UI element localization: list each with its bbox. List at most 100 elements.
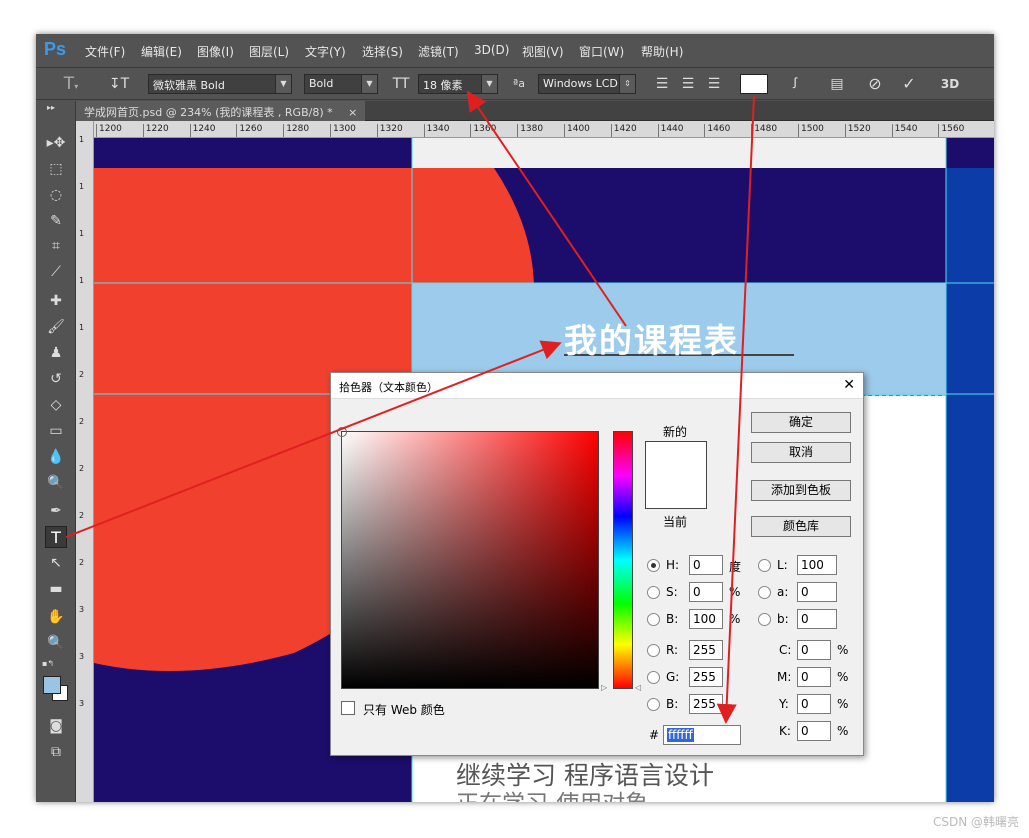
lab-b-field[interactable]: 0 — [797, 609, 837, 629]
brush-tool-icon[interactable]: 🖌 — [45, 316, 67, 338]
hue-radio[interactable] — [647, 559, 660, 572]
ruler-tick-label: 2 — [79, 511, 85, 520]
menu-file[interactable]: 文件(F) — [85, 43, 125, 60]
ruler-tick-label: 1500 — [798, 124, 824, 137]
hex-field[interactable]: ffffff — [663, 725, 741, 745]
canvas-heading-text[interactable]: 我的课程表 — [564, 314, 739, 362]
menu-layer[interactable]: 图层(L) — [249, 43, 289, 60]
document-tab[interactable]: 学成网首页.psd @ 234% (我的课程表 , RGB/8) * × — [76, 101, 366, 121]
saturation-field[interactable]: 0 — [689, 582, 723, 602]
photoshop-window: Ps 文件(F) 编辑(E) 图像(I) 图层(L) 文字(Y) 选择(S) 滤… — [36, 34, 994, 802]
blur-tool-icon[interactable]: 💧 — [45, 446, 67, 468]
ok-button[interactable]: 确定 — [751, 412, 851, 433]
warp-text-icon[interactable]: ꭍ — [784, 75, 806, 93]
marquee-tool-icon[interactable]: ⬚ — [45, 158, 67, 180]
green-radio[interactable] — [647, 671, 660, 684]
yellow-field[interactable]: 0 — [797, 694, 831, 714]
lab-a-label: a: — [777, 585, 789, 599]
lab-a-field[interactable]: 0 — [797, 582, 837, 602]
lab-b-radio[interactable] — [758, 613, 771, 626]
saturation-radio[interactable] — [647, 586, 660, 599]
red-field[interactable]: 255 — [689, 640, 723, 660]
dodge-tool-icon[interactable]: 🔍 — [45, 472, 67, 494]
saturation-brightness-field[interactable] — [337, 427, 599, 689]
magenta-field[interactable]: 0 — [797, 667, 831, 687]
current-color-swatch[interactable] — [645, 475, 707, 509]
panel-collapse-icon[interactable]: ▸▸ — [40, 101, 62, 115]
color-field-cursor[interactable] — [337, 427, 347, 437]
close-icon[interactable]: × — [348, 106, 357, 119]
lasso-tool-icon[interactable]: ◌ — [45, 184, 67, 206]
ruler-tick-label: 1400 — [564, 124, 590, 137]
hue-slider-right-arrow[interactable]: ◁ — [635, 683, 641, 692]
screen-mode-icon[interactable]: ⧉ — [45, 741, 67, 763]
type-tool-preset-icon[interactable]: T▾ — [60, 75, 82, 96]
stamp-tool-icon[interactable]: ♟ — [45, 342, 67, 364]
font-size-select[interactable]: 18 像素 ▼ — [418, 74, 498, 94]
type-tool-icon[interactable]: T — [45, 526, 67, 548]
font-family-select[interactable]: 微软雅黑 Bold ▼ — [148, 74, 292, 94]
green-field[interactable]: 255 — [689, 667, 723, 687]
move-tool-icon[interactable]: ▸✥ — [45, 132, 67, 154]
text-color-swatch[interactable] — [740, 74, 768, 94]
ruler-tick-label: 1 — [79, 276, 85, 285]
default-colors-icon[interactable]: ▪↰ — [42, 659, 54, 668]
menu-view[interactable]: 视图(V) — [522, 43, 564, 60]
gradient-tool-icon[interactable]: ▭ — [45, 420, 67, 442]
menu-filter[interactable]: 滤镜(T) — [418, 43, 459, 60]
path-select-tool-icon[interactable]: ↖ — [45, 552, 67, 574]
brightness-radio[interactable] — [647, 613, 660, 626]
add-to-swatches-button[interactable]: 添加到色板 — [751, 480, 851, 501]
foreground-color-swatch[interactable] — [43, 676, 61, 694]
eraser-tool-icon[interactable]: ◇ — [45, 394, 67, 416]
blue-radio[interactable] — [647, 698, 660, 711]
current-color-label: 当前 — [663, 515, 688, 529]
brightness-label: B: — [666, 612, 679, 626]
ruler-tick-label: 1480 — [751, 124, 777, 137]
3d-button[interactable]: 3D — [938, 75, 962, 93]
crop-tool-icon[interactable]: ⌗ — [45, 235, 67, 257]
character-panel-icon[interactable]: ▤ — [826, 75, 848, 93]
black-field[interactable]: 0 — [797, 721, 831, 741]
antialias-select[interactable]: Windows LCD ⇕ — [538, 74, 636, 94]
history-brush-tool-icon[interactable]: ↺ — [45, 368, 67, 390]
blue-field[interactable]: 255 — [689, 694, 723, 714]
quick-select-tool-icon[interactable]: ✎ — [45, 210, 67, 232]
pen-tool-icon[interactable]: ✒ — [45, 500, 67, 522]
menu-type[interactable]: 文字(Y) — [305, 43, 346, 60]
menu-help[interactable]: 帮助(H) — [641, 43, 683, 60]
menu-image[interactable]: 图像(I) — [197, 43, 234, 60]
close-icon[interactable]: ✕ — [843, 377, 855, 393]
antialias-value: Windows LCD — [543, 77, 618, 90]
color-libraries-button[interactable]: 颜色库 — [751, 516, 851, 537]
vertical-ruler: 1 1 1 1 1 2 2 2 2 2 3 3 3 — [76, 121, 94, 802]
align-center-icon[interactable]: ☰ — [678, 75, 698, 93]
lab-a-radio[interactable] — [758, 586, 771, 599]
lightness-field[interactable]: 100 — [797, 555, 837, 575]
quick-mask-icon[interactable]: ◙ — [45, 715, 67, 737]
commit-check-icon[interactable]: ✓ — [898, 75, 920, 93]
web-colors-checkbox[interactable] — [341, 701, 355, 715]
eyedropper-tool-icon[interactable]: ⟋ — [45, 261, 67, 283]
healing-brush-tool-icon[interactable]: ✚ — [45, 290, 67, 312]
cancel-button[interactable]: 取消 — [751, 442, 851, 463]
hue-field[interactable]: 0 — [689, 555, 723, 575]
zoom-tool-icon[interactable]: 🔍 — [45, 632, 67, 654]
align-right-icon[interactable]: ☰ — [704, 75, 724, 93]
cancel-edit-icon[interactable]: ⊘ — [864, 75, 886, 93]
lightness-radio[interactable] — [758, 559, 771, 572]
align-left-icon[interactable]: ☰ — [652, 75, 672, 93]
cyan-field[interactable]: 0 — [797, 640, 831, 660]
red-radio[interactable] — [647, 644, 660, 657]
hue-slider-left-arrow[interactable]: ▷ — [601, 683, 607, 692]
menu-edit[interactable]: 编辑(E) — [141, 43, 182, 60]
brightness-field[interactable]: 100 — [689, 609, 723, 629]
menu-3d[interactable]: 3D(D) — [474, 43, 509, 57]
rectangle-tool-icon[interactable]: ▬ — [45, 578, 67, 600]
text-orientation-icon[interactable]: ↧T — [108, 75, 130, 93]
menu-window[interactable]: 窗口(W) — [579, 43, 624, 60]
hue-slider[interactable] — [613, 431, 633, 689]
menu-select[interactable]: 选择(S) — [362, 43, 403, 60]
font-style-select[interactable]: Bold ▼ — [304, 74, 378, 94]
hand-tool-icon[interactable]: ✋ — [45, 606, 67, 628]
